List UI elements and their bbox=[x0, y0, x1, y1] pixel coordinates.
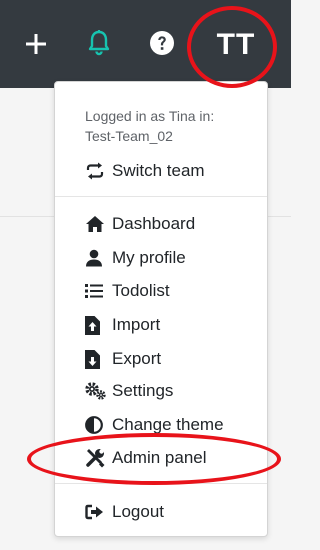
background-divider bbox=[0, 216, 54, 217]
user-icon bbox=[85, 248, 107, 268]
switch-team-label: Switch team bbox=[112, 161, 205, 180]
switch-arrows-icon bbox=[85, 161, 107, 181]
avatar[interactable]: TT bbox=[205, 20, 267, 70]
sign-out-icon bbox=[85, 502, 107, 522]
menu-item-logout[interactable]: Logout bbox=[85, 498, 261, 526]
menu-divider bbox=[55, 196, 267, 197]
list-icon bbox=[85, 281, 107, 301]
menu-divider bbox=[55, 483, 267, 484]
menu-item-import[interactable]: Import bbox=[85, 311, 261, 339]
menu-item-dashboard[interactable]: Dashboard bbox=[85, 210, 261, 238]
menu-item-label: Settings bbox=[112, 381, 174, 400]
background-divider bbox=[268, 216, 291, 217]
menu-item-label: Import bbox=[112, 315, 161, 334]
plus-icon[interactable] bbox=[20, 28, 52, 60]
menu-item-settings[interactable]: Settings bbox=[85, 377, 261, 405]
menu-item-admin-panel[interactable]: Admin panel bbox=[85, 444, 261, 472]
menu-item-label: Dashboard bbox=[112, 214, 196, 233]
menu-item-label: Admin panel bbox=[112, 448, 207, 467]
menu-item-label: Change theme bbox=[112, 415, 224, 434]
menu-item-label: My profile bbox=[112, 248, 186, 267]
gears-icon bbox=[85, 381, 107, 401]
switch-team-item[interactable]: Switch team bbox=[85, 157, 261, 185]
file-import-icon bbox=[85, 315, 107, 335]
menu-item-label: Export bbox=[112, 349, 162, 368]
menu-item-export[interactable]: Export bbox=[85, 345, 261, 373]
top-navbar: TT bbox=[0, 0, 291, 88]
menu-item-label: Logout bbox=[112, 502, 164, 521]
menu-item-todolist[interactable]: Todolist bbox=[85, 277, 261, 305]
file-export-icon bbox=[85, 349, 107, 369]
menu-item-my-profile[interactable]: My profile bbox=[85, 244, 261, 272]
home-icon bbox=[85, 214, 107, 234]
team-name: Test-Team_02 bbox=[85, 128, 173, 144]
logged-in-text: Logged in as Tina in: bbox=[85, 108, 215, 124]
tools-icon bbox=[85, 448, 107, 468]
help-icon[interactable] bbox=[148, 29, 176, 57]
bell-icon[interactable] bbox=[84, 26, 114, 60]
menu-item-change-theme[interactable]: Change theme bbox=[85, 411, 261, 439]
half-circle-icon bbox=[85, 415, 107, 435]
login-info: Logged in as Tina in: Test-Team_02 bbox=[85, 106, 263, 146]
user-dropdown-menu: Logged in as Tina in: Test-Team_02 Switc… bbox=[54, 81, 268, 537]
menu-item-label: Todolist bbox=[112, 281, 170, 300]
